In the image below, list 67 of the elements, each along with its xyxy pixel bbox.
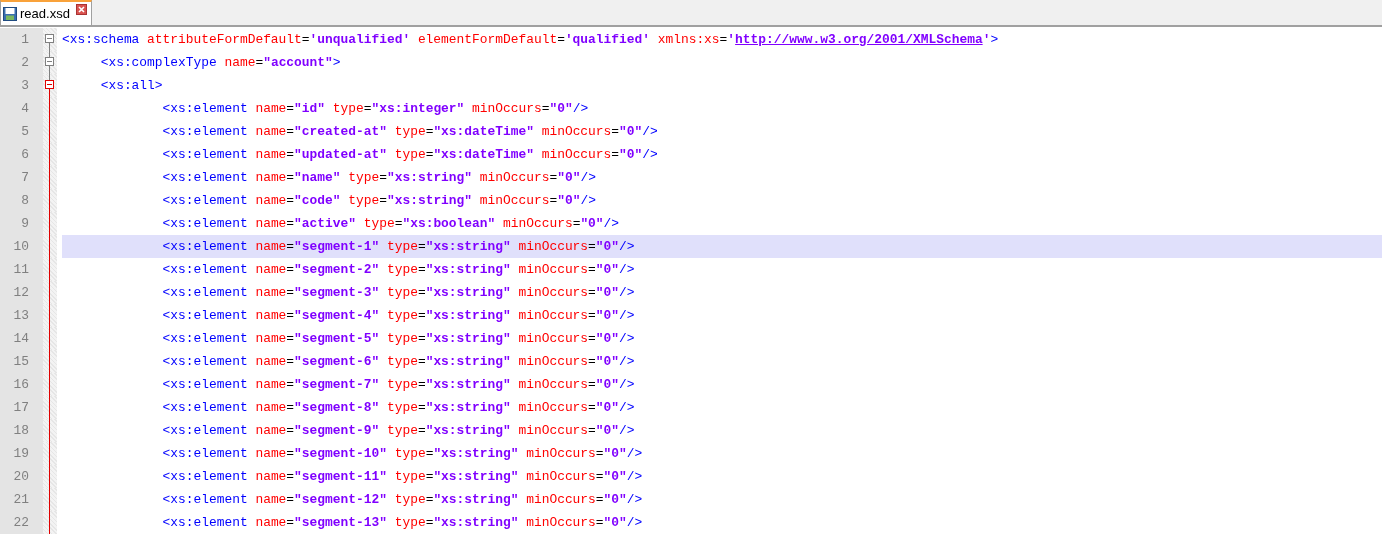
line-number: 22 xyxy=(0,511,43,534)
line-number: 14 xyxy=(0,327,43,350)
code-line: <xs:element name="code" type="xs:string" minOccurs="0"/> xyxy=(161,192,596,209)
line-number: 5 xyxy=(0,120,43,143)
line-number: 20 xyxy=(0,465,43,488)
code-line: <xs:element name="active" type="xs:boolean" minOccurs="0"/> xyxy=(161,215,620,232)
line-number: 3 xyxy=(0,74,43,97)
code-line: <xs:element name="segment-2" type="xs:string" minOccurs="0"/> xyxy=(161,261,635,278)
line-number: 21 xyxy=(0,488,43,511)
code-line: <xs:element name="segment-5" type="xs:string" minOccurs="0"/> xyxy=(161,330,635,347)
code-line: <xs:schema attributeFormDefault='unqualified' elementFormDefault='qualified' xmlns:xs='http://www.w3.org/2001/XMLSchema'> xyxy=(62,31,999,48)
line-number: 1 xyxy=(0,28,43,51)
code-line: <xs:element name="id" type="xs:integer" minOccurs="0"/> xyxy=(161,100,589,117)
code-line: <xs:all> xyxy=(99,77,163,94)
line-number: 4 xyxy=(0,97,43,120)
line-number: 18 xyxy=(0,419,43,442)
code-line: <xs:element name="segment-12" type="xs:string" minOccurs="0"/> xyxy=(161,491,643,508)
code-line: <xs:element name="name" type="xs:string" minOccurs="0"/> xyxy=(161,169,596,186)
line-number: 7 xyxy=(0,166,43,189)
fold-margin xyxy=(43,442,57,465)
fold-margin xyxy=(43,350,57,373)
fold-margin xyxy=(43,304,57,327)
close-icon[interactable] xyxy=(75,4,87,15)
code-line: <xs:element name="segment-10" type="xs:string" minOccurs="0"/> xyxy=(161,445,643,462)
fold-margin xyxy=(43,419,57,442)
line-number: 2 xyxy=(0,51,43,74)
fold-minus-icon[interactable] xyxy=(45,57,54,66)
code-line: <xs:complexType name="account"> xyxy=(99,54,341,71)
fold-margin xyxy=(43,396,57,419)
line-number: 6 xyxy=(0,143,43,166)
code-line: <xs:element name="segment-4" type="xs:string" minOccurs="0"/> xyxy=(161,307,635,324)
line-number: 10 xyxy=(0,235,43,258)
fold-minus-icon[interactable] xyxy=(45,80,54,89)
line-number: 16 xyxy=(0,373,43,396)
line-number: 17 xyxy=(0,396,43,419)
code-line: <xs:element name="segment-7" type="xs:string" minOccurs="0"/> xyxy=(161,376,635,393)
fold-minus-icon[interactable] xyxy=(45,34,54,43)
line-number: 11 xyxy=(0,258,43,281)
line-number: 15 xyxy=(0,350,43,373)
code-line: <xs:element name="segment-13" type="xs:string" minOccurs="0"/> xyxy=(161,514,643,531)
fold-margin xyxy=(43,327,57,350)
code-line: <xs:element name="created-at" type="xs:dateTime" minOccurs="0"/> xyxy=(161,123,658,140)
code-line: <xs:element name="segment-1" type="xs:string" minOccurs="0"/> xyxy=(161,238,635,255)
file-tab[interactable]: read.xsd xyxy=(0,0,92,25)
code-line: <xs:element name="segment-3" type="xs:string" minOccurs="0"/> xyxy=(161,284,635,301)
fold-margin xyxy=(43,258,57,281)
fold-margin xyxy=(43,143,57,166)
fold-margin xyxy=(43,189,57,212)
code-line: <xs:element name="segment-8" type="xs:string" minOccurs="0"/> xyxy=(161,399,635,416)
line-number: 19 xyxy=(0,442,43,465)
code-line: <xs:element name="segment-11" type="xs:string" minOccurs="0"/> xyxy=(161,468,643,485)
line-number: 8 xyxy=(0,189,43,212)
line-number: 9 xyxy=(0,212,43,235)
fold-margin xyxy=(43,120,57,143)
fold-margin xyxy=(43,166,57,189)
fold-margin xyxy=(43,281,57,304)
fold-margin xyxy=(43,511,57,534)
fold-margin xyxy=(43,488,57,511)
fold-margin xyxy=(43,212,57,235)
code-line: <xs:element name="segment-9" type="xs:string" minOccurs="0"/> xyxy=(161,422,635,439)
code-line: <xs:element name="updated-at" type="xs:dateTime" minOccurs="0"/> xyxy=(161,146,658,163)
fold-margin xyxy=(43,373,57,396)
line-number: 13 xyxy=(0,304,43,327)
fold-margin xyxy=(43,465,57,488)
line-number: 12 xyxy=(0,281,43,304)
fold-margin xyxy=(43,235,57,258)
code-line: <xs:element name="segment-6" type="xs:string" minOccurs="0"/> xyxy=(161,353,635,370)
